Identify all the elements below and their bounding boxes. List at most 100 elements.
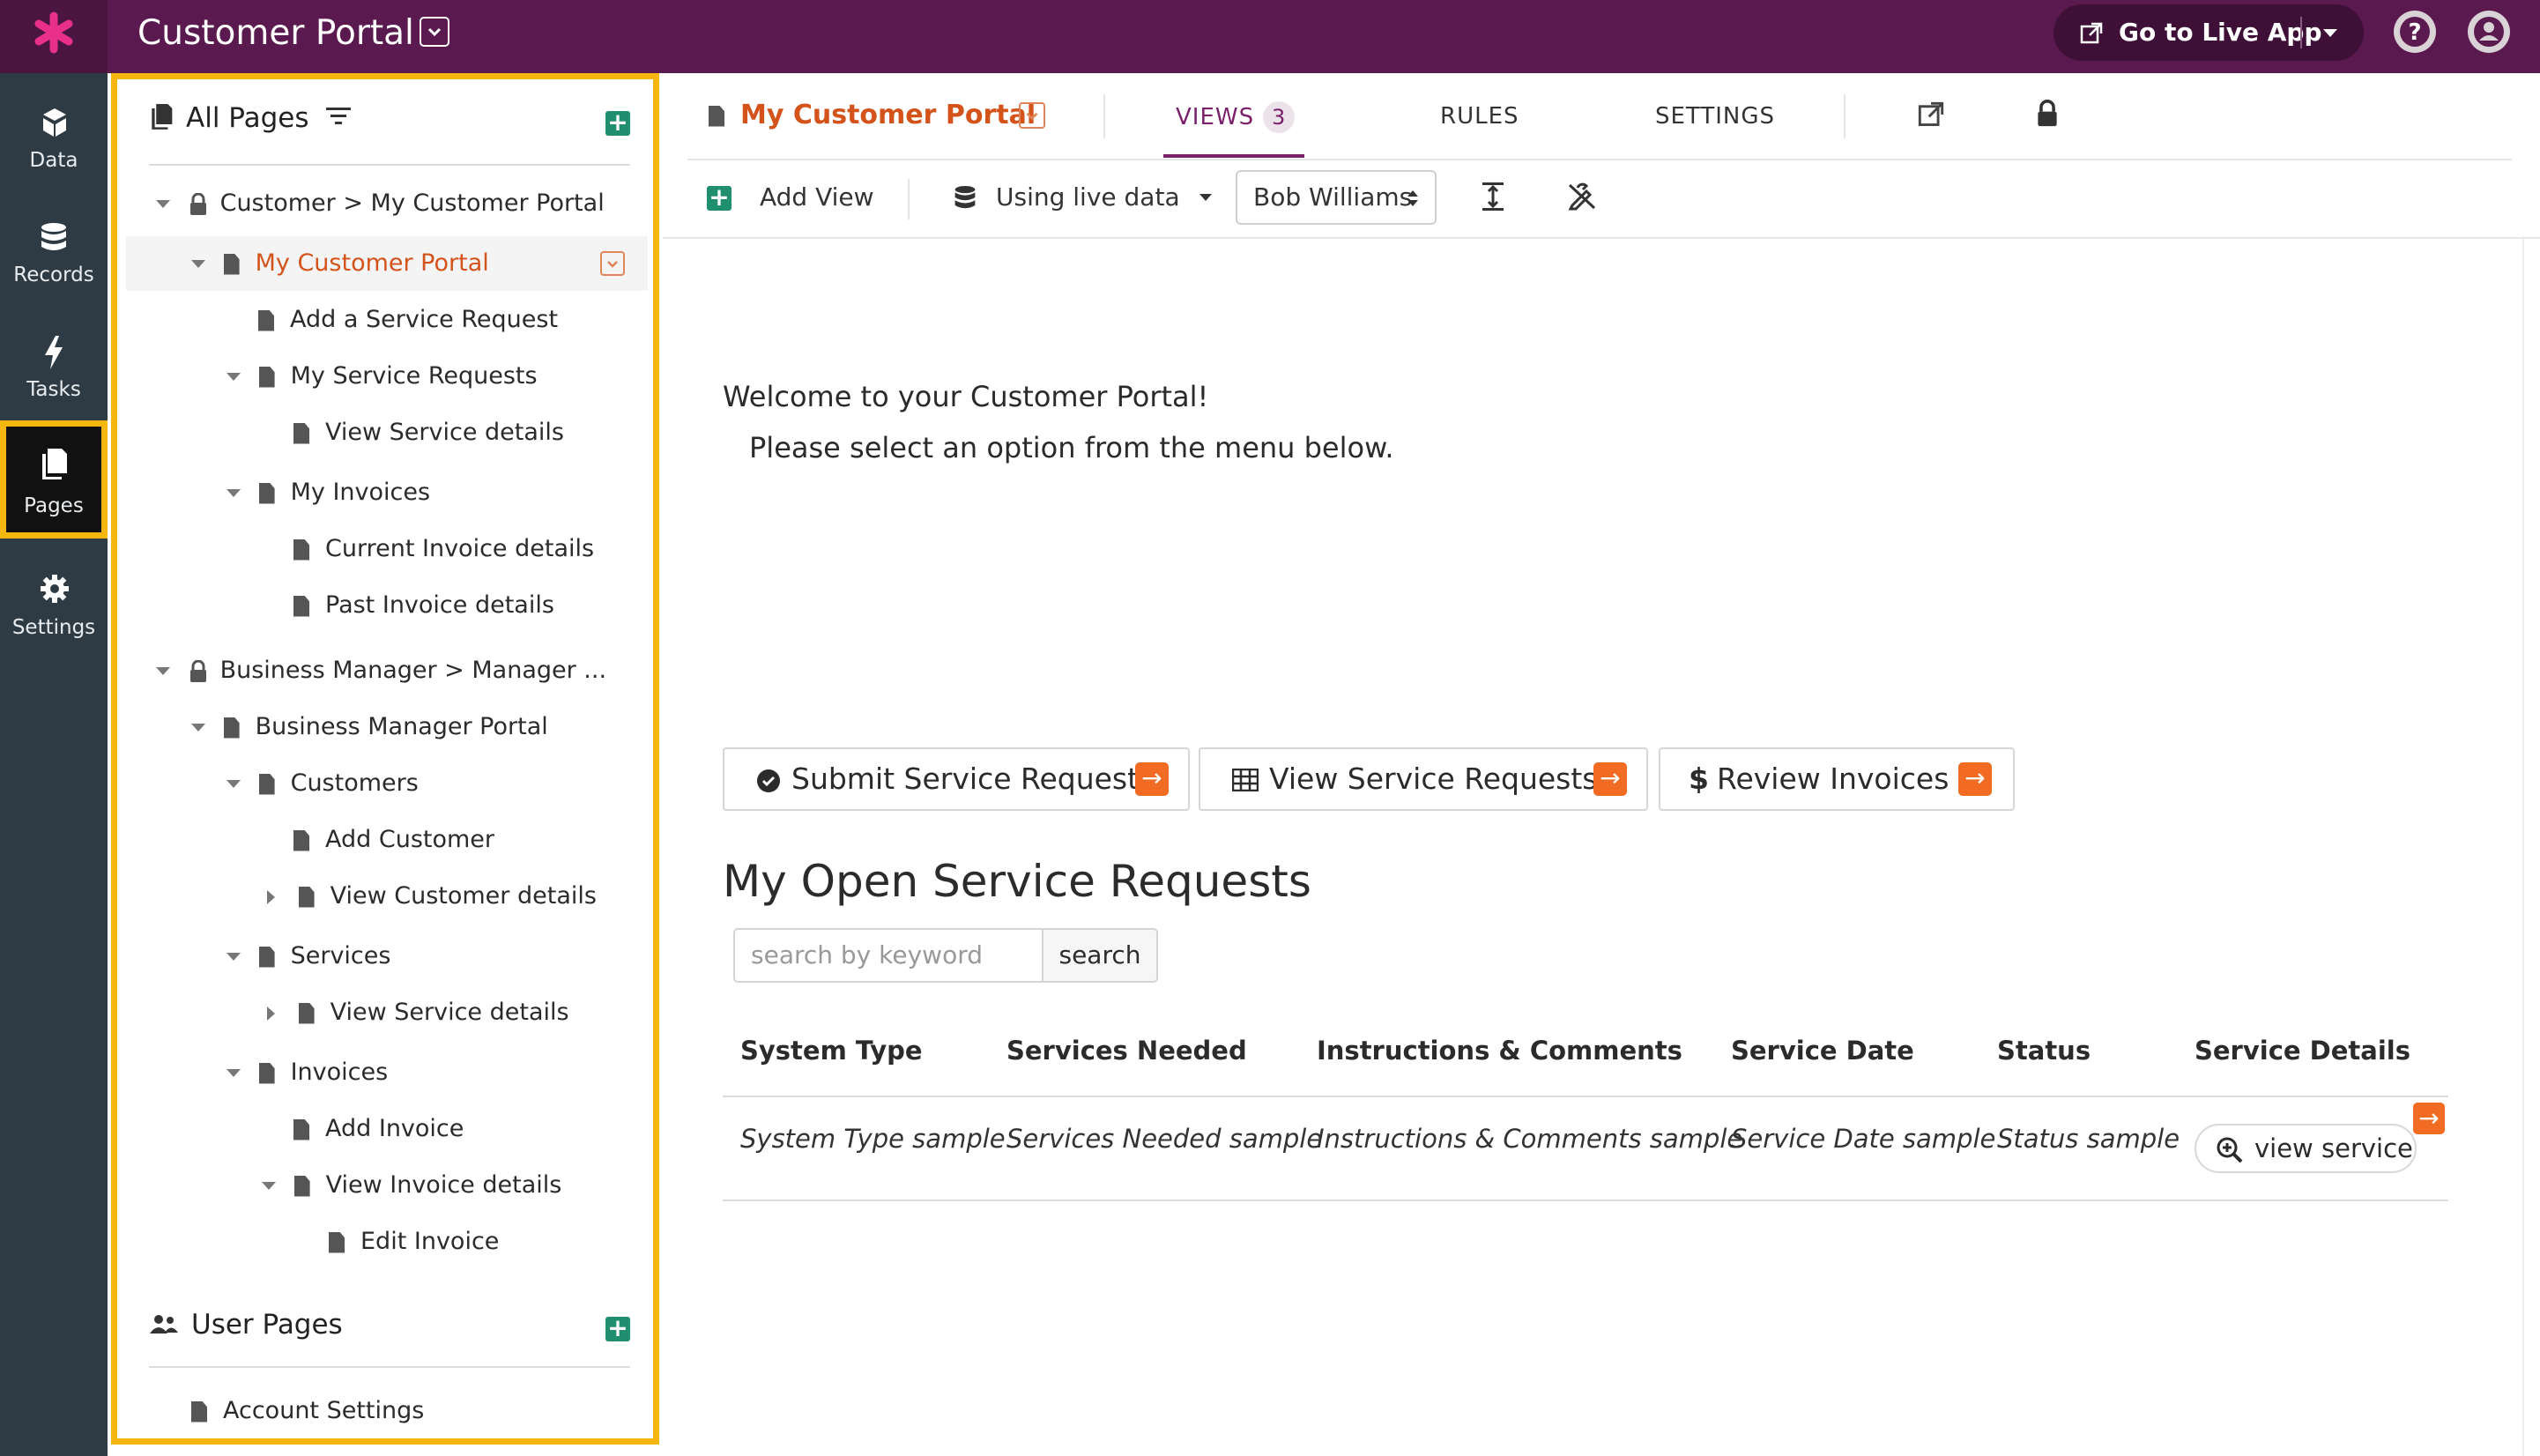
- nav-pages[interactable]: Pages: [0, 420, 108, 539]
- divider: [149, 164, 630, 166]
- tab-settings[interactable]: SETTINGS: [1655, 103, 1775, 130]
- add-view-icon[interactable]: +: [707, 185, 732, 211]
- nav-tasks[interactable]: Tasks: [0, 311, 108, 417]
- help-button[interactable]: ?: [2394, 11, 2436, 53]
- logo[interactable]: [0, 0, 108, 73]
- view-service-button[interactable]: view service: [2195, 1124, 2417, 1173]
- tree-item-label: Invoices: [290, 1059, 389, 1086]
- tree-item-label: Business Manager Portal: [255, 713, 548, 740]
- go-to-live-app-button[interactable]: Go to Live App: [2054, 4, 2364, 61]
- submit-service-request-button[interactable]: Submit Service Request →: [723, 747, 1190, 811]
- add-user-page-button[interactable]: +: [605, 1316, 630, 1341]
- column-header[interactable]: Instructions & Comments: [1317, 1036, 1682, 1066]
- tree-item[interactable]: View Service details: [267, 991, 569, 1035]
- page-icon: [293, 595, 309, 617]
- column-header[interactable]: Service Date: [1731, 1036, 1914, 1066]
- caret-down-icon[interactable]: [227, 1069, 241, 1077]
- table-cell: Instructions & Comments sample: [1317, 1124, 1743, 1154]
- tree-item-label: Business Manager > Manager ...: [219, 657, 607, 684]
- nav-records[interactable]: Records: [0, 197, 108, 302]
- search-input[interactable]: search by keyword: [733, 928, 1042, 983]
- caret-down-icon[interactable]: [227, 373, 241, 381]
- page-options-dropdown[interactable]: [600, 251, 625, 276]
- account-button[interactable]: [2468, 11, 2510, 53]
- column-header[interactable]: Service Details: [2195, 1036, 2410, 1066]
- page-icon: [293, 829, 309, 851]
- view-service-requests-button[interactable]: View Service Requests →: [1199, 747, 1648, 811]
- external-link-icon[interactable]: [1918, 101, 1944, 128]
- tree-item[interactable]: Business Manager Portal: [191, 705, 548, 749]
- caret-down-icon[interactable]: [227, 780, 241, 788]
- tree-item[interactable]: Add a Service Request: [258, 298, 558, 342]
- tree-item[interactable]: My Invoices: [227, 471, 430, 515]
- caret-right-icon[interactable]: [267, 889, 275, 904]
- search-button[interactable]: search: [1042, 928, 1158, 983]
- database-icon: [954, 186, 976, 209]
- question-icon: ?: [2400, 17, 2430, 47]
- data-mode-dropdown[interactable]: Using live data: [996, 182, 1213, 212]
- tab-rules[interactable]: RULES: [1440, 103, 1519, 130]
- add-page-button[interactable]: +: [605, 110, 630, 136]
- tree-item-customer-group[interactable]: Customer > My Customer Portal: [156, 182, 605, 226]
- caret-down-icon[interactable]: [156, 200, 170, 208]
- caret-down-icon[interactable]: [191, 724, 205, 732]
- tree-item-account-settings[interactable]: Account Settings: [191, 1389, 424, 1433]
- caret-down-icon[interactable]: [227, 953, 241, 961]
- review-invoices-button[interactable]: $ Review Invoices →: [1659, 747, 2015, 811]
- nav-data[interactable]: Data: [0, 82, 108, 188]
- page-name-dropdown[interactable]: [1019, 102, 1045, 129]
- filter-icon[interactable]: [326, 106, 352, 125]
- tree-item[interactable]: Add Customer: [293, 818, 494, 862]
- tree-item-label: My Service Requests: [290, 362, 538, 390]
- tree-item[interactable]: Past Invoice details: [293, 583, 554, 628]
- review-invoices-label: Review Invoices: [1717, 761, 1950, 796]
- tree-item-label: View Service details: [330, 999, 569, 1026]
- page-icon: [191, 1400, 207, 1423]
- page-icon: [223, 253, 240, 275]
- gear-icon: [41, 575, 69, 603]
- user-select[interactable]: Bob Williams: [1236, 170, 1437, 225]
- tree-item[interactable]: Services: [227, 934, 390, 978]
- caret-down-icon[interactable]: [227, 489, 241, 497]
- dollar-icon: $: [1689, 761, 1709, 796]
- tree-item-label: Account Settings: [223, 1397, 425, 1424]
- tree-item[interactable]: My Service Requests: [227, 354, 538, 398]
- tree-item-label: View Customer details: [330, 882, 597, 910]
- vertical-spacing-icon[interactable]: [1481, 181, 1505, 212]
- no-design-icon[interactable]: [1567, 182, 1597, 211]
- caret-right-icon[interactable]: [267, 1006, 275, 1021]
- caret-down-icon[interactable]: [2321, 27, 2339, 40]
- tree-item[interactable]: Edit Invoice: [329, 1220, 499, 1264]
- caret-down-icon[interactable]: [191, 260, 205, 268]
- app-title-dropdown[interactable]: [420, 17, 449, 47]
- page-icon: [293, 422, 309, 444]
- tree-item[interactable]: View Service details: [293, 411, 564, 455]
- arrow-right-icon: →: [1593, 762, 1627, 796]
- view-service-label: view service: [2254, 1133, 2413, 1163]
- tree-item[interactable]: View Invoice details: [262, 1163, 561, 1207]
- caret-down-icon[interactable]: [156, 667, 170, 675]
- users-icon: [150, 1315, 178, 1333]
- nav-settings[interactable]: Settings: [0, 549, 108, 655]
- column-header[interactable]: System Type: [740, 1036, 923, 1066]
- arrow-right-icon[interactable]: →: [2413, 1103, 2445, 1134]
- tree-item[interactable]: Add Invoice: [293, 1107, 464, 1151]
- tab-views[interactable]: VIEWS 3: [1176, 101, 1296, 133]
- page-icon: [293, 539, 309, 561]
- column-header[interactable]: Services Needed: [1006, 1036, 1247, 1066]
- tree-item-label: Past Invoice details: [325, 591, 554, 619]
- tree-item-business-manager-group[interactable]: Business Manager > Manager ...: [156, 649, 606, 693]
- table-cell: Status sample: [1997, 1124, 2180, 1154]
- divider: [149, 1366, 630, 1368]
- tree-item[interactable]: Customers: [227, 761, 419, 806]
- tree-item[interactable]: View Customer details: [267, 874, 597, 918]
- tree-item[interactable]: Current Invoice details: [293, 527, 594, 571]
- divider: [1844, 94, 1846, 138]
- caret-down-icon[interactable]: [262, 1182, 276, 1190]
- column-header[interactable]: Status: [1997, 1036, 2091, 1066]
- scrollbar-track[interactable]: [2522, 236, 2524, 1456]
- tree-item-my-customer-portal[interactable]: My Customer Portal: [191, 241, 489, 286]
- tree-item[interactable]: Invoices: [227, 1051, 388, 1095]
- lock-icon[interactable]: [2036, 100, 2059, 128]
- add-view-button[interactable]: Add View: [760, 182, 874, 212]
